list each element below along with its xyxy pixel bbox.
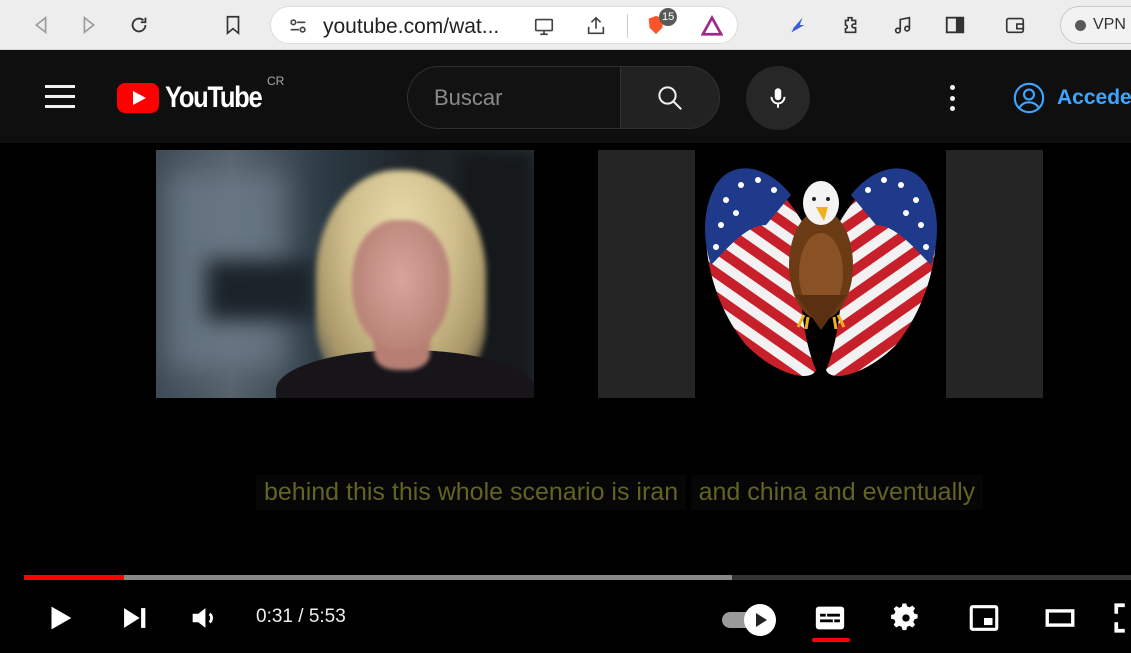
search-button[interactable] <box>620 66 720 129</box>
wallet-icon[interactable] <box>1000 10 1030 40</box>
account-icon <box>1013 82 1045 114</box>
leo-icon[interactable] <box>782 10 812 40</box>
browser-toolbar: youtube.com/wat... 15 VPN <box>0 0 1131 50</box>
video-captions: behind this this whole scenario is iran … <box>256 475 984 510</box>
youtube-logo-text: YouTube <box>165 81 263 114</box>
voice-search-button[interactable] <box>746 66 810 130</box>
reload-icon[interactable] <box>124 10 154 40</box>
bookmark-icon[interactable] <box>218 10 248 40</box>
subtitles-button[interactable] <box>810 598 850 638</box>
search-input[interactable] <box>434 84 614 112</box>
fullscreen-button[interactable] <box>1112 598 1131 638</box>
share-icon[interactable] <box>581 11 611 41</box>
vpn-label: VPN <box>1093 16 1126 33</box>
progress-played <box>24 575 124 580</box>
next-button[interactable] <box>114 598 154 638</box>
extensions-icon[interactable] <box>836 10 866 40</box>
miniplayer-icon <box>969 605 999 631</box>
fullscreen-icon <box>1114 603 1125 633</box>
time-display: 0:31 / 5:53 <box>256 606 346 627</box>
volume-button[interactable] <box>186 598 222 638</box>
sign-in-button[interactable]: Acceder <box>1012 80 1131 116</box>
back-icon[interactable] <box>26 10 56 40</box>
menu-icon[interactable] <box>42 81 78 113</box>
forward-icon[interactable] <box>74 10 104 40</box>
next-icon <box>124 608 146 628</box>
address-bar[interactable]: youtube.com/wat... 15 <box>270 6 738 44</box>
eagle-flag-image <box>704 168 938 377</box>
theater-mode-button[interactable] <box>1040 598 1080 638</box>
vpn-icon <box>1075 20 1086 31</box>
play-button[interactable] <box>40 598 80 638</box>
brave-shields-icon[interactable]: 15 <box>641 8 678 40</box>
music-icon[interactable] <box>888 10 918 40</box>
sidebar-icon[interactable] <box>940 10 970 40</box>
subtitles-active-indicator <box>812 638 850 642</box>
youtube-play-logo-icon <box>117 83 159 113</box>
miniplayer-button[interactable] <box>962 598 1006 638</box>
youtube-header: YouTube CR Acceder <box>0 50 1131 143</box>
theater-mode-icon <box>1045 609 1075 627</box>
cast-icon[interactable] <box>529 11 559 41</box>
microphone-icon <box>770 88 786 108</box>
settings-gear-icon <box>891 603 918 631</box>
video-side-panel-right <box>946 150 1043 398</box>
play-icon <box>51 606 72 630</box>
country-code: CR <box>267 74 285 88</box>
subtitles-icon <box>815 606 845 630</box>
search-box <box>407 66 621 129</box>
autoplay-play-icon[interactable] <box>744 604 776 636</box>
video-speaker-panel <box>156 150 534 398</box>
volume-icon <box>192 608 213 628</box>
caption-line-2: and china and eventually <box>690 475 984 510</box>
sign-in-label: Acceder <box>1057 86 1131 109</box>
shields-count-badge: 15 <box>659 8 678 26</box>
site-settings-icon[interactable] <box>283 11 313 41</box>
url-text: youtube.com/wat... <box>323 15 500 38</box>
vpn-button[interactable]: VPN <box>1060 6 1131 44</box>
search-icon <box>658 85 682 110</box>
progress-buffered <box>24 575 733 580</box>
video-side-panel-left <box>598 150 695 398</box>
settings-button[interactable] <box>886 598 926 638</box>
more-options-icon[interactable] <box>938 82 966 114</box>
caption-line-1: behind this this whole scenario is iran <box>256 475 687 510</box>
url-divider <box>627 14 628 38</box>
brave-rewards-icon[interactable] <box>697 11 727 41</box>
youtube-logo[interactable]: YouTube <box>117 81 278 114</box>
